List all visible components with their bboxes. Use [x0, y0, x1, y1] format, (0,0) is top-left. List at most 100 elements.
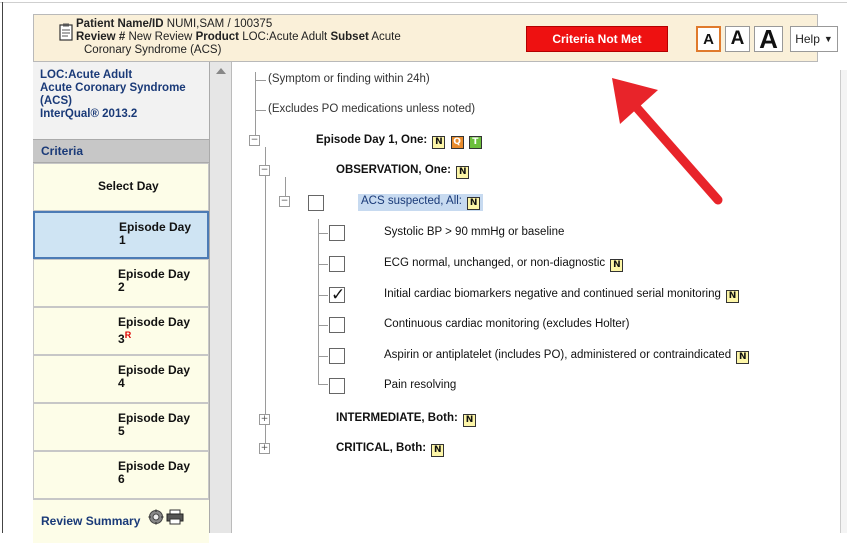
tree-line	[318, 356, 328, 357]
criterion-item: Aspirin or antiplatelet (includes PO), a…	[384, 349, 750, 364]
expand-critical-icon[interactable]: +	[259, 443, 270, 454]
review-value: New Review	[128, 31, 193, 43]
criteria-section-title: Criteria	[33, 139, 209, 163]
tree-line	[318, 384, 328, 385]
criterion-text: Pain resolving	[384, 379, 457, 391]
criterion-checkbox[interactable]	[329, 378, 345, 394]
subset-value-cont: Coronary Syndrome (ACS)	[84, 44, 222, 56]
note-badge-icon[interactable]: N	[456, 166, 470, 179]
note-badge-icon[interactable]: N	[610, 259, 624, 272]
help-label: Help	[795, 32, 820, 46]
tip-badge-icon[interactable]: T	[468, 136, 482, 149]
content-scrollbar[interactable]	[840, 70, 847, 533]
product-label: Product	[195, 31, 240, 43]
product-value: LOC:Acute Adult	[242, 31, 328, 43]
note-badge-icon[interactable]: N	[726, 290, 740, 303]
sidebar-item-episode-day-1[interactable]: Episode Day 1	[33, 211, 209, 259]
note-badge-icon[interactable]: N	[432, 136, 446, 149]
review-label: Review #	[76, 31, 126, 43]
note-badge-icon[interactable]: N	[431, 444, 445, 457]
sidebar-item-episode-day-4[interactable]: Episode Day 4	[33, 355, 209, 403]
criterion-text: Continuous cardiac monitoring (excludes …	[384, 318, 630, 330]
note-badge-icon[interactable]: N	[467, 197, 481, 210]
criterion-text: Initial cardiac biomarkers negative and …	[384, 288, 721, 300]
chevron-down-icon: ▼	[823, 34, 833, 44]
note-badge-icon[interactable]: N	[736, 351, 750, 364]
font-size-large-button[interactable]: A	[754, 24, 783, 54]
collapse-acs-icon[interactable]: −	[279, 196, 290, 207]
criteria-sidebar: LOC:Acute Adult Acute Coronary Syndrome …	[33, 62, 210, 543]
gear-icon[interactable]	[148, 509, 164, 525]
clipboard-icon	[59, 23, 73, 41]
observation-label: OBSERVATION, One:	[336, 164, 452, 176]
day-label: Episode Day	[118, 363, 191, 377]
day-label: Episode Day	[119, 220, 192, 234]
criterion-checkbox[interactable]	[329, 317, 345, 333]
day-number: 6	[118, 472, 125, 486]
subset-abbrev-line: (ACS)	[40, 95, 72, 107]
criterion-item: ECG normal, unchanged, or non-diagnostic…	[384, 257, 624, 272]
patient-info: Patient Name/ID NUMI,SAM / 100375 Review…	[76, 18, 401, 57]
criterion-checkbox[interactable]	[329, 256, 345, 272]
expand-intermediate-icon[interactable]: +	[259, 414, 270, 425]
question-badge-icon[interactable]: Q	[450, 136, 464, 149]
select-day-button[interactable]: Select Day	[33, 163, 209, 211]
day-number: 2	[118, 280, 125, 294]
font-size-small-button[interactable]: A	[696, 26, 721, 52]
tree-line	[318, 264, 328, 265]
day-number: 3	[118, 332, 125, 346]
criteria-status-badge: Criteria Not Met	[526, 26, 668, 52]
tree-line	[318, 233, 328, 234]
criterion-item: Pain resolving	[384, 379, 456, 391]
select-day-label: Select Day	[98, 179, 159, 193]
collapse-observation-icon[interactable]: −	[259, 165, 270, 176]
frame-left-line	[2, 2, 3, 533]
critical-node: CRITICAL, Both: N	[336, 442, 445, 457]
sidebar-item-episode-day-6[interactable]: Episode Day 6	[33, 451, 209, 499]
sidebar-scrollbar[interactable]	[210, 62, 232, 533]
note-badge-icon[interactable]: N	[463, 414, 477, 427]
frame-top-line	[0, 2, 847, 3]
criterion-text: Aspirin or antiplatelet (includes PO), a…	[384, 349, 732, 361]
note-symptom: (Symptom or finding within 24h)	[268, 73, 430, 85]
acs-label: ACS suspected, All:	[361, 195, 462, 207]
tree-line	[265, 147, 266, 449]
scroll-up-arrow-icon[interactable]	[216, 68, 226, 74]
acs-suspected-node[interactable]: ACS suspected, All: N	[358, 194, 484, 211]
intermediate-label: INTERMEDIATE, Both:	[336, 412, 458, 424]
criterion-checkbox[interactable]	[329, 225, 345, 241]
intermediate-node: INTERMEDIATE, Both: N	[336, 412, 477, 427]
sidebar-item-episode-day-3[interactable]: Episode Day 3R	[33, 307, 209, 355]
printer-icon[interactable]	[166, 509, 184, 525]
episode-label: Episode Day 1, One:	[316, 134, 428, 146]
day-label: Episode Day	[118, 459, 191, 473]
patient-label: Patient Name/ID	[76, 18, 164, 30]
day-number: 5	[118, 424, 125, 438]
sidebar-item-episode-day-5[interactable]: Episode Day 5	[33, 403, 209, 451]
collapse-episode-icon[interactable]: −	[249, 135, 260, 146]
acs-suspected-checkbox[interactable]	[308, 195, 324, 211]
episode-day-node: Episode Day 1, One: N Q T	[316, 134, 482, 149]
criteria-tree: (Symptom or finding within 24h) (Exclude…	[232, 62, 840, 533]
tree-line	[255, 110, 266, 111]
observation-node: OBSERVATION, One: N	[336, 164, 470, 179]
tree-line	[255, 72, 256, 137]
criterion-checkbox-checked[interactable]: ✓	[329, 285, 345, 305]
day-number: 4	[118, 376, 125, 390]
review-summary-button[interactable]: Review Summary	[33, 499, 209, 543]
tree-line	[318, 325, 328, 326]
sidebar-item-episode-day-2[interactable]: Episode Day 2	[33, 259, 209, 307]
criterion-item: Systolic BP > 90 mmHg or baseline	[384, 226, 564, 238]
tree-line	[255, 80, 266, 81]
day-label: Episode Day	[118, 411, 191, 425]
subset-label: Subset	[330, 31, 369, 43]
criterion-text: ECG normal, unchanged, or non-diagnostic	[384, 257, 606, 269]
help-button[interactable]: Help ▼	[790, 26, 838, 52]
criterion-checkbox[interactable]	[329, 348, 345, 364]
font-size-medium-button[interactable]: A	[725, 26, 750, 52]
day-number: 1	[119, 233, 126, 247]
day-label: Episode Day	[118, 267, 191, 281]
review-header: Patient Name/ID NUMI,SAM / 100375 Review…	[33, 14, 838, 62]
critical-label: CRITICAL, Both:	[336, 442, 427, 454]
version-line: InterQual® 2013.2	[40, 108, 138, 120]
